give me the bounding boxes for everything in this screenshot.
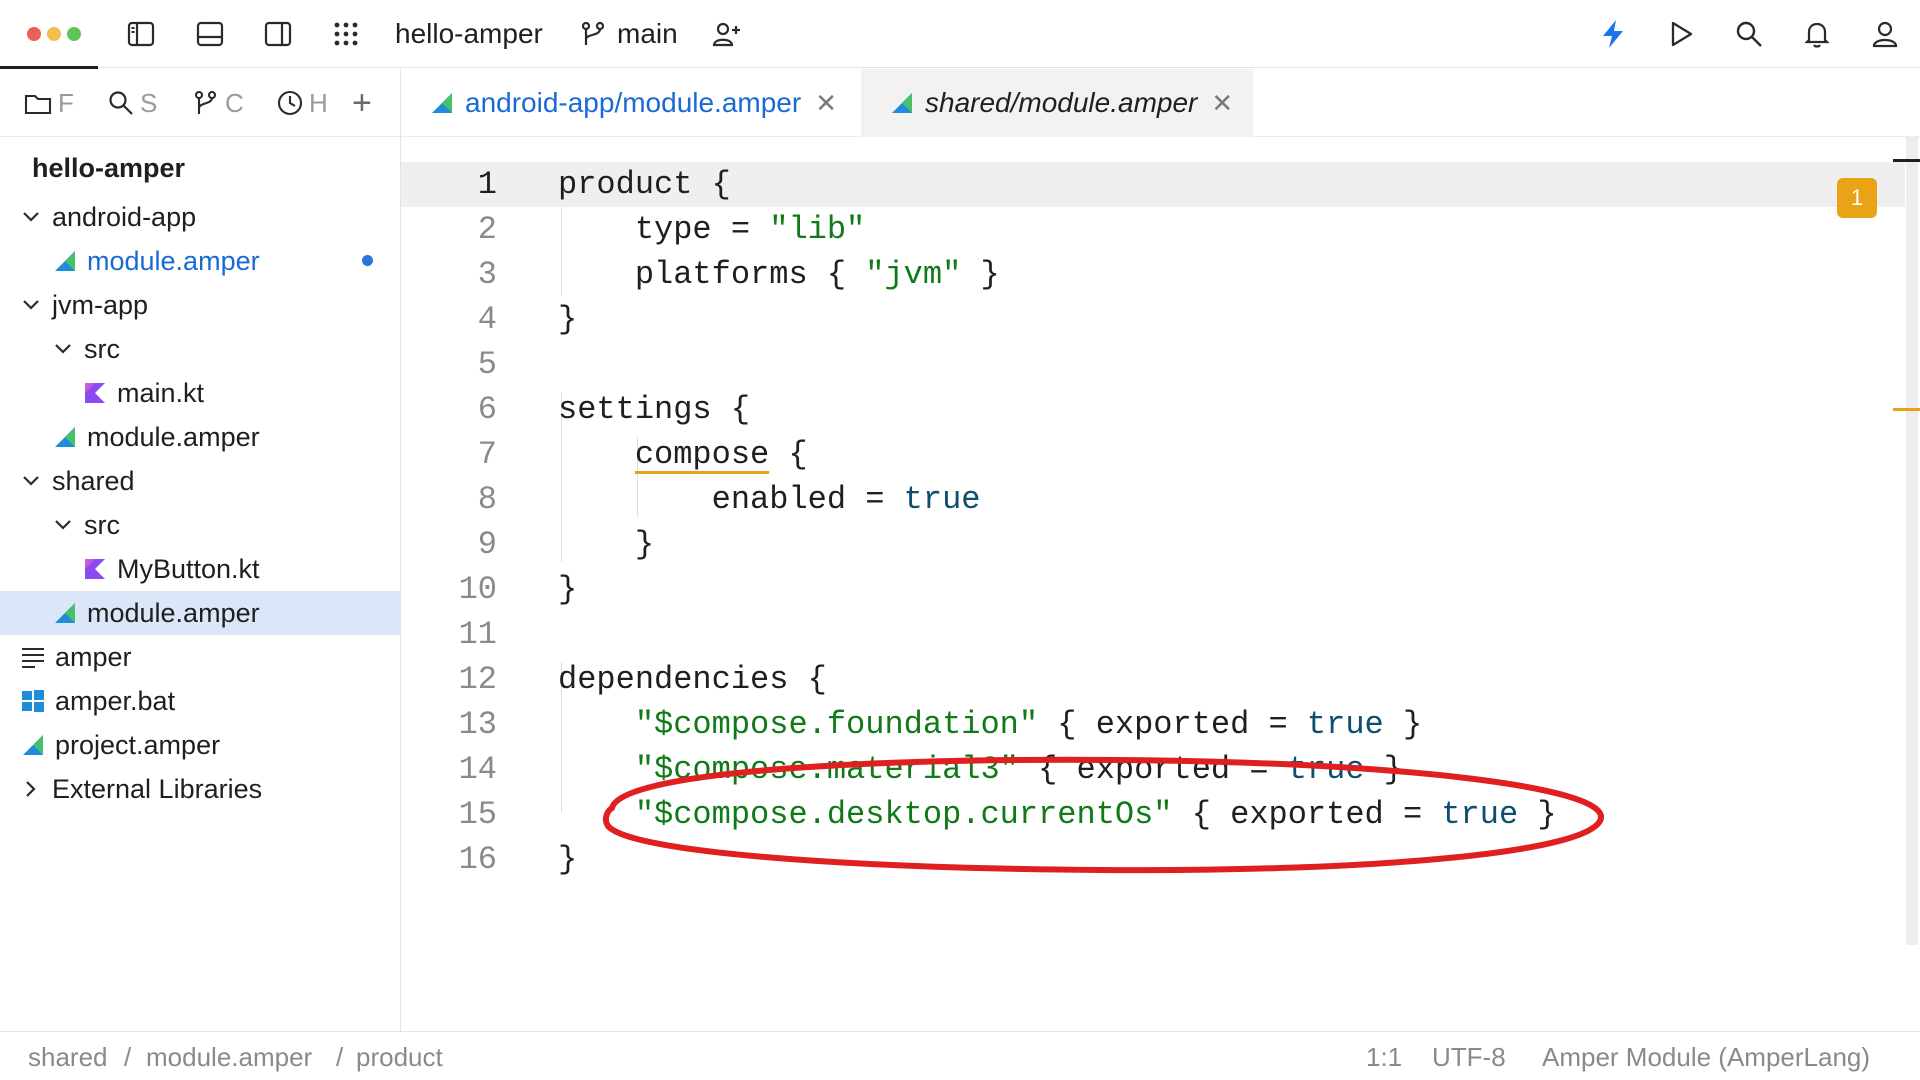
- modified-indicator: [362, 255, 373, 266]
- bottom-panel-icon[interactable]: [193, 17, 227, 51]
- tree-item-mybutton-kt[interactable]: MyButton.kt: [0, 547, 400, 591]
- amper-file-icon: [52, 600, 78, 626]
- chevron-down-icon[interactable]: [20, 206, 42, 228]
- tab-files[interactable]: F: [24, 86, 78, 120]
- tree-item-jvm-src[interactable]: src: [0, 327, 400, 371]
- tree-item-android-module-amper[interactable]: module.amper: [0, 239, 400, 283]
- breadcrumb-separator: /: [336, 1042, 344, 1072]
- editor-tab-bar: android-app/module.amper ✕ shared/module…: [401, 69, 1920, 137]
- file-type[interactable]: Amper Module (AmperLang): [1542, 1042, 1870, 1073]
- tab-label: android-app/module.amper: [465, 87, 802, 118]
- run-icon[interactable]: [1664, 17, 1698, 51]
- branch-name[interactable]: main: [617, 18, 678, 50]
- search-icon: [108, 90, 134, 116]
- tree-item-jvm-app[interactable]: jvm-app: [0, 283, 400, 327]
- tab-search[interactable]: S: [108, 86, 162, 120]
- close-icon[interactable]: ✕: [815, 88, 837, 119]
- vertical-scrollbar[interactable]: [1906, 137, 1918, 945]
- code-line: 6 settings {: [477, 391, 751, 428]
- amper-file-icon: [429, 90, 455, 116]
- warning-marker[interactable]: [1893, 408, 1920, 411]
- project-name[interactable]: hello-amper: [395, 18, 543, 50]
- code-line: 8 enabled = true: [477, 481, 981, 518]
- minimize-window-button[interactable]: [47, 27, 61, 41]
- breadcrumb-shared[interactable]: shared: [28, 1042, 108, 1073]
- cursor-position[interactable]: 1:1: [1366, 1042, 1402, 1073]
- tab-shared-module-amper[interactable]: shared/module.amper ✕: [861, 69, 1253, 137]
- breadcrumb-product[interactable]: product: [356, 1042, 443, 1073]
- text-file-icon: [20, 644, 46, 670]
- problems-badge[interactable]: 1: [1837, 178, 1877, 218]
- tree-item-shared-module-amper[interactable]: module.amper: [0, 591, 400, 635]
- tree-item-amper[interactable]: amper: [0, 635, 400, 679]
- tab-android-app-module-amper[interactable]: android-app/module.amper ✕: [429, 69, 861, 137]
- code-line: 5: [477, 346, 497, 383]
- search-icon[interactable]: [1732, 17, 1766, 51]
- code-line: 16}: [458, 841, 578, 878]
- close-icon[interactable]: ✕: [1211, 88, 1233, 119]
- tree-item-external-libraries[interactable]: External Libraries: [0, 767, 400, 811]
- chevron-down-icon[interactable]: [20, 470, 42, 492]
- sidebar-tool-tabs: F S C H +: [0, 69, 400, 137]
- code-line: 12 dependencies {: [458, 661, 827, 698]
- tab-history[interactable]: H: [277, 86, 331, 120]
- windows-file-icon: [20, 688, 46, 714]
- amper-file-icon: [52, 248, 78, 274]
- tree-item-android-app[interactable]: android-app: [0, 195, 400, 239]
- code-line: 3 platforms { "jvm" }: [477, 256, 1000, 293]
- close-window-button[interactable]: [27, 27, 41, 41]
- code-line: 4}: [477, 301, 578, 338]
- breadcrumb-separator: /: [124, 1042, 132, 1072]
- amper-file-icon: [889, 90, 915, 116]
- zoom-window-button[interactable]: [67, 27, 81, 41]
- code-line: 9 }: [477, 526, 655, 563]
- tree-item-shared-src[interactable]: src: [0, 503, 400, 547]
- chevron-right-icon[interactable]: [20, 778, 42, 800]
- project-view-icon[interactable]: [124, 17, 158, 51]
- tab-label: shared/module.amper: [925, 87, 1198, 118]
- branch-icon: [193, 90, 219, 116]
- code-editor[interactable]: 1 product { 2 type = "lib" 3 platforms { …: [401, 137, 1920, 1031]
- file-encoding[interactable]: UTF-8: [1432, 1042, 1506, 1073]
- chevron-down-icon[interactable]: [52, 338, 74, 360]
- code-line: 11: [458, 616, 497, 653]
- tree-item-amper-bat[interactable]: amper.bat: [0, 679, 400, 723]
- branch-icon[interactable]: [576, 17, 610, 51]
- code-line: 13 "$compose.foundation" { exported = tr…: [458, 706, 1423, 743]
- lightning-icon[interactable]: [1596, 17, 1630, 51]
- chevron-down-icon[interactable]: [20, 294, 42, 316]
- notifications-icon[interactable]: [1800, 17, 1834, 51]
- code-line: 15 "$compose.desktop.currentOs" { export…: [458, 796, 1557, 833]
- breadcrumb-module-amper[interactable]: module.amper: [146, 1042, 312, 1073]
- history-icon: [277, 90, 303, 116]
- chevron-down-icon[interactable]: [52, 514, 74, 536]
- amper-file-icon: [20, 732, 46, 758]
- tree-item-project-amper[interactable]: project.amper: [0, 723, 400, 767]
- kotlin-file-icon: [82, 380, 108, 406]
- tree-item-main-kt[interactable]: main.kt: [0, 371, 400, 415]
- status-bar: shared / module.amper / product 1:1 UTF-…: [0, 1031, 1920, 1080]
- right-panel-icon[interactable]: [261, 17, 295, 51]
- apps-grid-icon[interactable]: [329, 17, 363, 51]
- code-line: 14 "$compose.material3" { exported = tru…: [458, 751, 1403, 788]
- project-root[interactable]: hello-amper: [32, 153, 185, 184]
- folder-icon: [24, 91, 52, 115]
- code-line: 7 compose {: [477, 436, 808, 473]
- project-sidebar: F S C H + hello-amper android-app module…: [0, 69, 401, 1031]
- code-line: 1 product {: [477, 166, 731, 203]
- title-bar: hello-amper main: [0, 0, 1920, 69]
- code-line: 2 type = "lib": [477, 211, 866, 248]
- account-icon[interactable]: [1868, 17, 1902, 51]
- tree-item-jvm-module-amper[interactable]: module.amper: [0, 415, 400, 459]
- add-user-icon[interactable]: [710, 17, 744, 51]
- tab-commit[interactable]: C: [193, 86, 247, 120]
- tree-item-shared[interactable]: shared: [0, 459, 400, 503]
- add-tab-button[interactable]: +: [352, 86, 386, 120]
- kotlin-file-icon: [82, 556, 108, 582]
- amper-file-icon: [52, 424, 78, 450]
- code-line: 10}: [458, 571, 578, 608]
- scroll-position-marker: [1893, 159, 1920, 162]
